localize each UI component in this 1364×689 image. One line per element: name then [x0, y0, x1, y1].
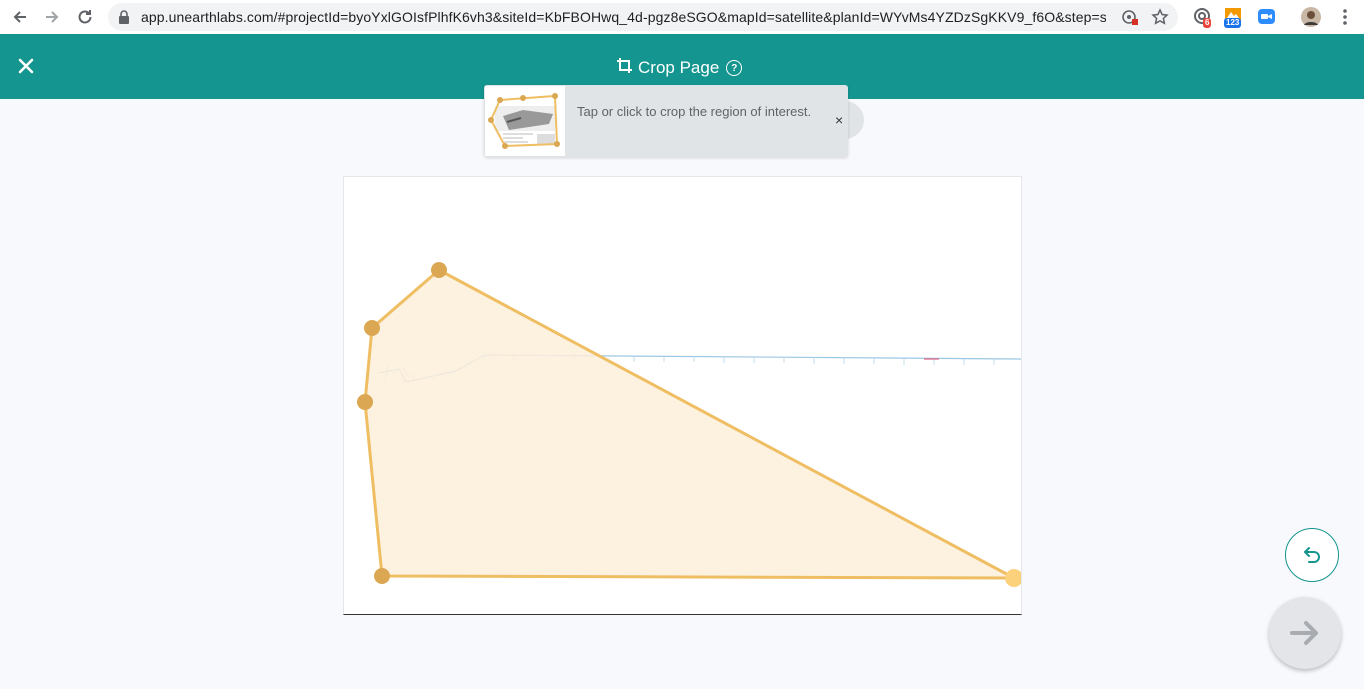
crop-handle[interactable]: [357, 394, 373, 410]
undo-icon: [1304, 547, 1320, 563]
bookmark-star-icon[interactable]: [1150, 7, 1170, 27]
zoom-extension-icon[interactable]: [1256, 6, 1278, 28]
page-title-text: Crop Page: [638, 58, 720, 77]
extension-sync-icon[interactable]: 6: [1192, 6, 1214, 28]
forward-arrow-icon[interactable]: [40, 5, 64, 29]
crop-canvas[interactable]: [343, 176, 1022, 615]
help-icon[interactable]: ?: [726, 60, 743, 76]
crop-handle[interactable]: [374, 568, 390, 584]
extension-badge-count: 6: [1203, 18, 1212, 28]
page-title: Crop Page ?: [616, 57, 743, 80]
crop-region[interactable]: [363, 268, 1016, 580]
extension-calendar-icon[interactable]: 123: [1223, 6, 1245, 28]
browser-menu-icon[interactable]: [1334, 6, 1356, 28]
address-bar[interactable]: app.unearthlabs.com/#projectId=byoYxlGOI…: [108, 3, 1178, 31]
reload-icon[interactable]: [73, 5, 97, 29]
browser-toolbar: app.unearthlabs.com/#projectId=byoYxlGOI…: [0, 0, 1364, 35]
lock-icon[interactable]: [114, 7, 134, 27]
crop-icon: [616, 57, 634, 80]
crop-handle[interactable]: [431, 262, 447, 278]
undo-button[interactable]: [1285, 528, 1339, 582]
crop-handle[interactable]: [364, 320, 380, 336]
tooltip-close-icon[interactable]: ×: [835, 113, 843, 127]
crop-hint-tooltip: Tap or click to crop the region of inter…: [484, 85, 848, 157]
extension-badge-count: 123: [1224, 18, 1242, 28]
crop-handle[interactable]: [1005, 569, 1021, 587]
next-button[interactable]: [1269, 597, 1341, 669]
url-text[interactable]: app.unearthlabs.com/#projectId=byoYxlGOI…: [141, 9, 1106, 25]
close-icon[interactable]: [14, 54, 38, 78]
tracking-shield-icon[interactable]: [1120, 7, 1140, 27]
avatar[interactable]: [1300, 6, 1322, 28]
arrow-right-icon: [1290, 621, 1318, 645]
crop-hint-thumbnail: [485, 86, 565, 156]
back-arrow-icon[interactable]: [8, 5, 32, 29]
tooltip-text: Tap or click to crop the region of inter…: [577, 104, 812, 119]
